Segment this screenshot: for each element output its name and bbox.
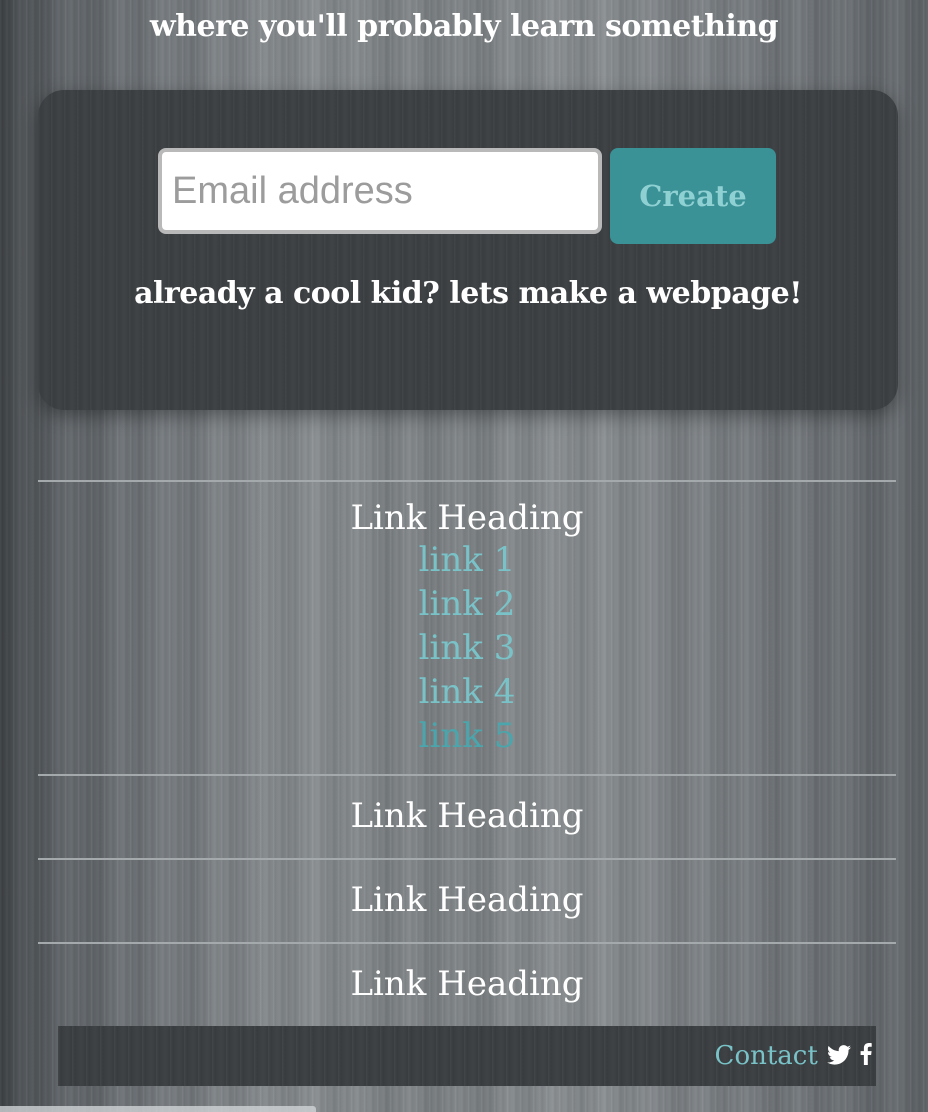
hero-tagline-text: where you'll probably learn something bbox=[149, 9, 779, 44]
list-item: link 3 bbox=[38, 626, 896, 670]
link-section-1: Link Heading link 1 link 2 link 3 link 4… bbox=[38, 480, 896, 774]
facebook-icon[interactable] bbox=[860, 1030, 872, 1090]
link-heading[interactable]: Link Heading bbox=[38, 498, 896, 538]
list-item: link 5 bbox=[38, 714, 896, 758]
signup-panel: Create already a cool kid? lets make a w… bbox=[38, 90, 898, 410]
link-heading[interactable]: Link Heading bbox=[38, 796, 896, 836]
link-section-3: Link Heading bbox=[38, 858, 896, 942]
scrollbar-thumb[interactable] bbox=[0, 1106, 316, 1112]
link-heading[interactable]: Link Heading bbox=[38, 964, 896, 1004]
footer: Contact bbox=[58, 1026, 876, 1086]
login-prompt[interactable]: already a cool kid? lets make a webpage! bbox=[38, 276, 898, 311]
link-section-2: Link Heading bbox=[38, 774, 896, 858]
contact-link[interactable]: Contact bbox=[715, 1041, 818, 1071]
email-field[interactable] bbox=[158, 148, 602, 234]
link-5[interactable]: link 5 bbox=[419, 716, 516, 756]
create-button[interactable]: Create bbox=[610, 148, 776, 244]
link-section-4: Link Heading bbox=[38, 942, 896, 1026]
link-list: link 1 link 2 link 3 link 4 link 5 bbox=[38, 538, 896, 758]
list-item: link 4 bbox=[38, 670, 896, 714]
hero-tagline: where you'll probably learn something bbox=[0, 0, 928, 54]
list-item: link 2 bbox=[38, 582, 896, 626]
link-4[interactable]: link 4 bbox=[419, 672, 516, 712]
link-2[interactable]: link 2 bbox=[419, 584, 516, 624]
link-1[interactable]: link 1 bbox=[419, 540, 516, 580]
link-3[interactable]: link 3 bbox=[419, 628, 516, 668]
link-heading[interactable]: Link Heading bbox=[38, 880, 896, 920]
list-item: link 1 bbox=[38, 538, 896, 582]
twitter-icon[interactable] bbox=[826, 1030, 851, 1090]
